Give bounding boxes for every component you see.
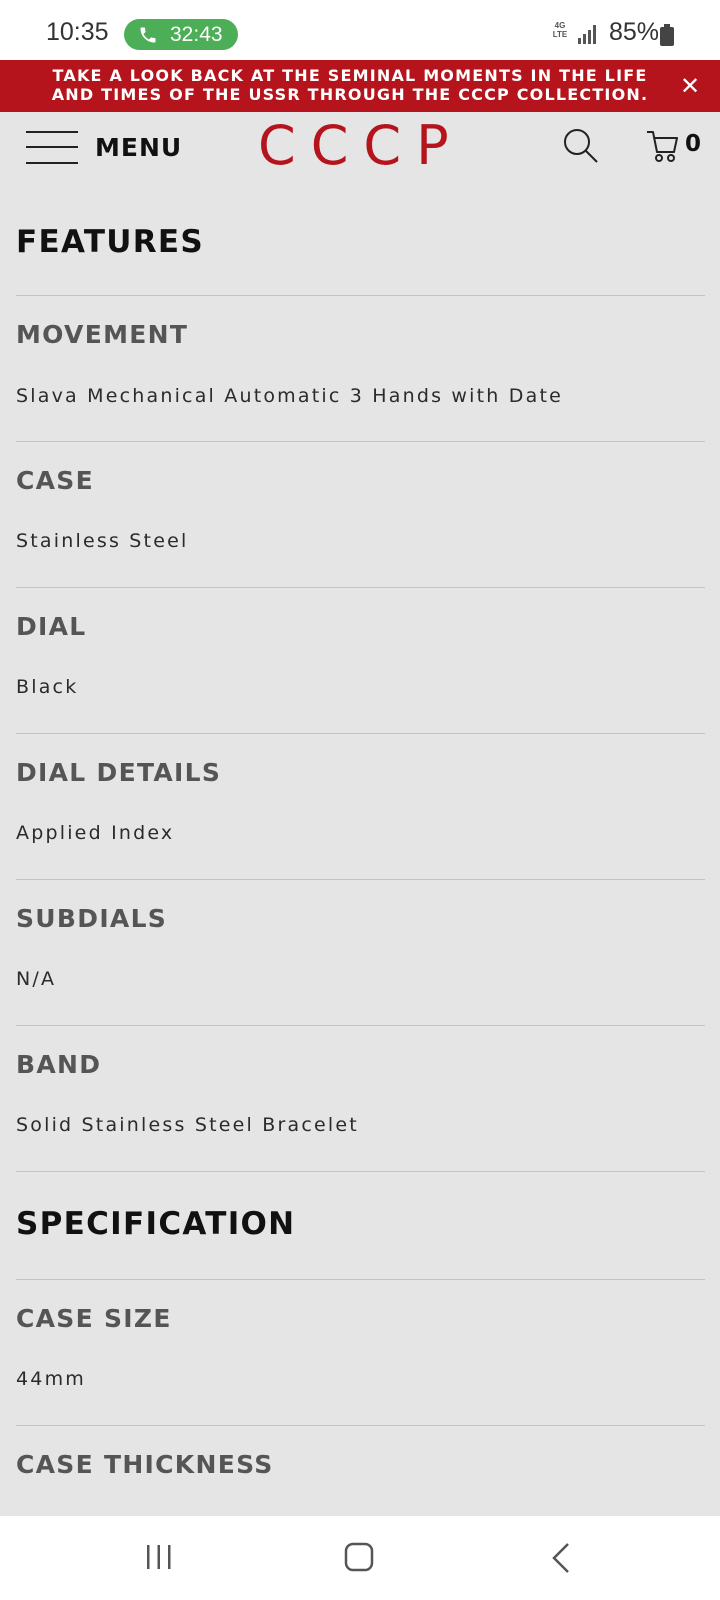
divider <box>16 295 705 296</box>
network-type-bottom: LTE <box>552 30 568 39</box>
divider <box>16 441 705 442</box>
promo-line-1: TAKE A LOOK BACK AT THE SEMINAL MOMENTS … <box>52 66 648 85</box>
divider <box>16 587 705 588</box>
promo-line-2: AND TIMES OF THE USSR THROUGH THE CCCP C… <box>51 85 649 104</box>
features-heading: FEATURES <box>16 224 205 260</box>
promo-text: TAKE A LOOK BACK AT THE SEMINAL MOMENTS … <box>40 66 660 104</box>
ongoing-call-pill[interactable]: 32:43 <box>124 19 238 50</box>
search-icon[interactable] <box>563 128 599 164</box>
site-header: MENU CCCP 0 <box>0 112 720 184</box>
menu-label: MENU <box>95 133 183 162</box>
home-icon[interactable] <box>344 1542 374 1572</box>
movement-label: MOVEMENT <box>16 320 189 349</box>
case-value: Stainless Steel <box>16 530 189 552</box>
brand-logo[interactable]: CCCP <box>258 114 468 177</box>
signal-icon <box>578 25 596 44</box>
case-size-value: 44mm <box>16 1368 86 1390</box>
status-time: 10:35 <box>46 18 109 46</box>
promo-banner: TAKE A LOOK BACK AT THE SEMINAL MOMENTS … <box>0 60 720 112</box>
divider <box>16 1279 705 1280</box>
network-type-indicator: 4G LTE <box>552 21 568 47</box>
cart-icon[interactable] <box>646 129 678 163</box>
battery-icon <box>660 24 674 46</box>
system-nav-bar <box>0 1516 720 1600</box>
divider <box>16 879 705 880</box>
menu-button[interactable]: MENU <box>26 126 186 172</box>
cart-count: 0 <box>685 131 702 157</box>
back-icon[interactable] <box>550 1542 572 1574</box>
divider <box>16 1425 705 1426</box>
subdials-value: N/A <box>16 968 57 990</box>
case-label: CASE <box>16 466 94 495</box>
divider <box>16 733 705 734</box>
status-bar: 10:35 32:43 4G LTE 85% <box>0 0 720 60</box>
dial-details-value: Applied Index <box>16 822 175 844</box>
movement-value: Slava Mechanical Automatic 3 Hands with … <box>16 385 563 407</box>
divider <box>16 1171 705 1172</box>
phone-icon <box>140 27 156 43</box>
hamburger-icon <box>26 129 78 165</box>
dial-value: Black <box>16 676 79 698</box>
band-value: Solid Stainless Steel Bracelet <box>16 1114 359 1136</box>
divider <box>16 1025 705 1026</box>
close-icon[interactable]: ✕ <box>676 72 704 100</box>
recent-apps-icon[interactable] <box>145 1544 173 1570</box>
subdials-label: SUBDIALS <box>16 904 168 933</box>
band-label: BAND <box>16 1050 102 1079</box>
dial-details-label: DIAL DETAILS <box>16 758 222 787</box>
network-type-top: 4G <box>554 21 566 30</box>
case-thickness-label: CASE THICKNESS <box>16 1450 274 1479</box>
case-size-label: CASE SIZE <box>16 1304 172 1333</box>
battery-percentage: 85% <box>609 18 660 46</box>
specification-heading: SPECIFICATION <box>16 1206 296 1242</box>
call-timer: 32:43 <box>170 23 223 46</box>
dial-label: DIAL <box>16 612 87 641</box>
